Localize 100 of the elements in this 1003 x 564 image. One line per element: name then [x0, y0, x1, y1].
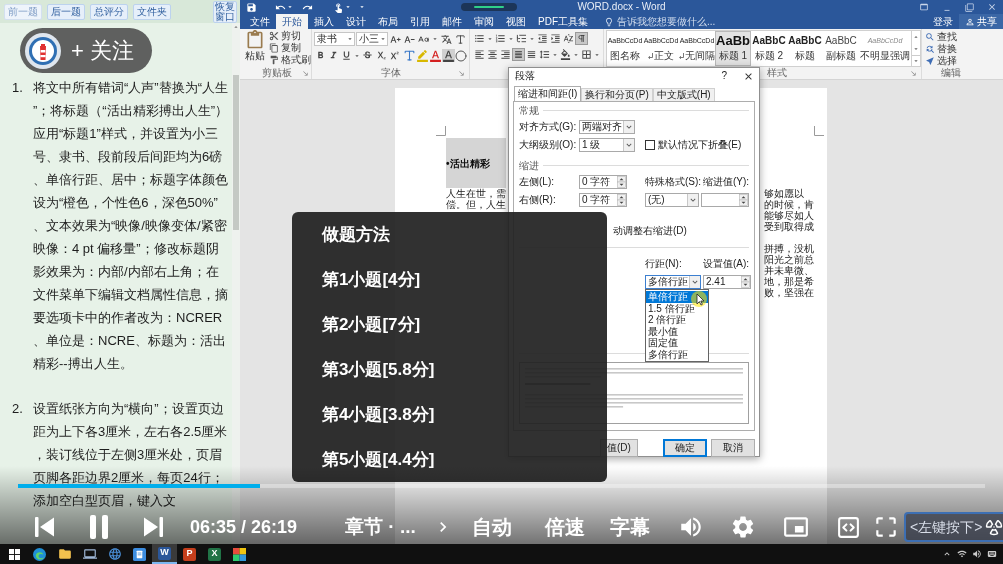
- restore-window-button[interactable]: 恢复窗口: [213, 0, 237, 23]
- increase-indent-icon[interactable]: [549, 32, 562, 45]
- restore-icon[interactable]: [965, 2, 974, 12]
- keyboard-icon[interactable]: [987, 549, 997, 559]
- paste-button[interactable]: 粘贴: [243, 30, 267, 67]
- chapter-item[interactable]: 第3小题[5.8分]: [292, 347, 607, 392]
- settings-icon[interactable]: [730, 514, 756, 540]
- enclose-characters-icon[interactable]: [455, 49, 467, 62]
- share-button[interactable]: 共享: [959, 14, 1003, 29]
- hand-pointer-icon[interactable]: [333, 1, 344, 13]
- line-spacing-dropdown[interactable]: 多倍行距: [645, 275, 701, 289]
- text-effects-icon[interactable]: [403, 49, 416, 62]
- network-icon[interactable]: [957, 549, 967, 559]
- align-right-icon[interactable]: [499, 48, 512, 61]
- follow-badge[interactable]: + 关注: [20, 28, 152, 73]
- tell-me-field[interactable]: 告诉我您想要做什么...: [604, 14, 716, 29]
- left-indent-spinner[interactable]: 0 字符: [579, 175, 627, 189]
- line-spacing-value-spinner[interactable]: 2.41: [703, 275, 751, 289]
- chapter-item[interactable]: 第2小题[7分]: [292, 302, 607, 347]
- borders-icon[interactable]: [580, 48, 593, 61]
- font-name-field[interactable]: 隶书: [314, 32, 355, 46]
- font-color-icon[interactable]: [429, 49, 442, 62]
- alignment-dropdown[interactable]: 两端对齐: [579, 120, 635, 134]
- chapter-item[interactable]: 第1小题[4分]: [292, 257, 607, 302]
- replace-button[interactable]: 替换: [925, 43, 977, 55]
- taskbar-button[interactable]: W: [152, 544, 177, 564]
- close-icon[interactable]: [987, 2, 997, 12]
- outline-level-dropdown[interactable]: 1 级: [579, 138, 635, 152]
- save-icon[interactable]: [246, 1, 257, 13]
- widescreen-icon[interactable]: [836, 514, 861, 540]
- ribbon-tab[interactable]: 开始: [276, 14, 308, 29]
- character-shading-icon[interactable]: [442, 49, 455, 62]
- numbered-list-icon[interactable]: [494, 32, 507, 45]
- chapter-item[interactable]: 做题方法: [292, 212, 607, 257]
- ribbon-tab[interactable]: 引用: [404, 14, 436, 29]
- scrollbar-thumb[interactable]: [233, 75, 239, 230]
- cut-button[interactable]: 剪切: [269, 30, 311, 42]
- toolbar-button[interactable]: 总评分: [90, 3, 128, 20]
- ribbon-tab[interactable]: 邮件: [436, 14, 468, 29]
- style-item[interactable]: AaBb 标题 1: [715, 31, 751, 66]
- spin-arrows-icon[interactable]: [739, 194, 748, 206]
- sign-in-link[interactable]: 登录: [927, 14, 959, 29]
- multilevel-list-icon[interactable]: [515, 32, 528, 45]
- pilcrow-icon[interactable]: [575, 32, 588, 45]
- decrease-indent-icon[interactable]: [536, 32, 549, 45]
- chapter-item[interactable]: 第4小题[3.8分]: [292, 392, 607, 437]
- list-option[interactable]: 1.5 倍行距: [646, 302, 708, 314]
- list-option[interactable]: 固定值: [646, 337, 708, 349]
- taskbar-button[interactable]: X: [202, 544, 227, 564]
- chapter-control[interactable]: 章节 · ...: [345, 512, 416, 542]
- style-item[interactable]: AaBbC 标题: [787, 31, 823, 66]
- dialog-tab[interactable]: 中文版式(H): [652, 88, 715, 102]
- taskbar-button[interactable]: P: [177, 544, 202, 564]
- ribbon-tab[interactable]: 文件: [244, 14, 276, 29]
- list-option[interactable]: 单倍行距: [646, 291, 708, 303]
- pause-icon[interactable]: [88, 515, 110, 539]
- next-icon[interactable]: [143, 516, 163, 538]
- align-left-icon[interactable]: [473, 48, 486, 61]
- shading-icon[interactable]: [559, 48, 572, 61]
- spin-arrows-icon[interactable]: [617, 194, 626, 206]
- help-control[interactable]: ?: [721, 70, 727, 82]
- dialog-button[interactable]: 取消: [711, 439, 755, 457]
- ribbon-tab[interactable]: PDF工具集: [532, 14, 594, 29]
- align-center-icon[interactable]: [486, 48, 499, 61]
- spin-arrows-icon[interactable]: [741, 276, 750, 288]
- fullscreen-icon[interactable]: [873, 514, 899, 540]
- ribbon-tab[interactable]: 审阅: [468, 14, 500, 29]
- ribbon-display-icon[interactable]: [919, 2, 929, 12]
- underline-icon[interactable]: [340, 49, 353, 62]
- distributed-icon[interactable]: [525, 48, 538, 61]
- style-item[interactable]: AaBbC 标题 2: [751, 31, 787, 66]
- dialog-button[interactable]: 确定: [663, 439, 707, 457]
- dialog-tab[interactable]: 换行和分页(P): [581, 88, 653, 102]
- sort-icon[interactable]: [562, 32, 575, 45]
- ribbon-tab[interactable]: 插入: [308, 14, 340, 29]
- speaker-icon[interactable]: [972, 549, 982, 559]
- line-spacing-icon[interactable]: [538, 48, 551, 61]
- ribbon-tab[interactable]: 视图: [500, 14, 532, 29]
- ribbon-tab[interactable]: 布局: [372, 14, 404, 29]
- list-option[interactable]: 2 倍行距: [646, 314, 708, 326]
- character-border-icon[interactable]: [454, 32, 467, 46]
- phonetic-guide-icon[interactable]: [440, 32, 453, 46]
- picture-in-picture-icon[interactable]: [783, 514, 809, 540]
- format-painter-button[interactable]: 格式刷: [269, 54, 311, 66]
- list-option[interactable]: 最小值: [646, 325, 708, 337]
- checkbox[interactable]: [645, 140, 655, 150]
- spin-arrows-icon[interactable]: [617, 176, 626, 188]
- font-size-field[interactable]: 小三: [356, 32, 388, 46]
- style-item[interactable]: AaBbC 副标题: [823, 31, 859, 66]
- right-indent-spinner[interactable]: 0 字符: [579, 193, 627, 207]
- ribbon-tab[interactable]: 设计: [340, 14, 372, 29]
- dialog-tab[interactable]: 缩进和间距(I): [514, 86, 582, 102]
- bullet-list-icon[interactable]: [473, 32, 486, 45]
- justify-icon[interactable]: [512, 48, 525, 61]
- select-button[interactable]: 选择: [925, 55, 977, 67]
- copy-button[interactable]: 复制: [269, 42, 311, 54]
- find-button[interactable]: 查找: [925, 31, 977, 43]
- previous-icon[interactable]: [35, 516, 55, 538]
- special-indent-dropdown[interactable]: (无): [645, 193, 699, 207]
- toolbar-button[interactable]: 文件夹: [133, 3, 171, 20]
